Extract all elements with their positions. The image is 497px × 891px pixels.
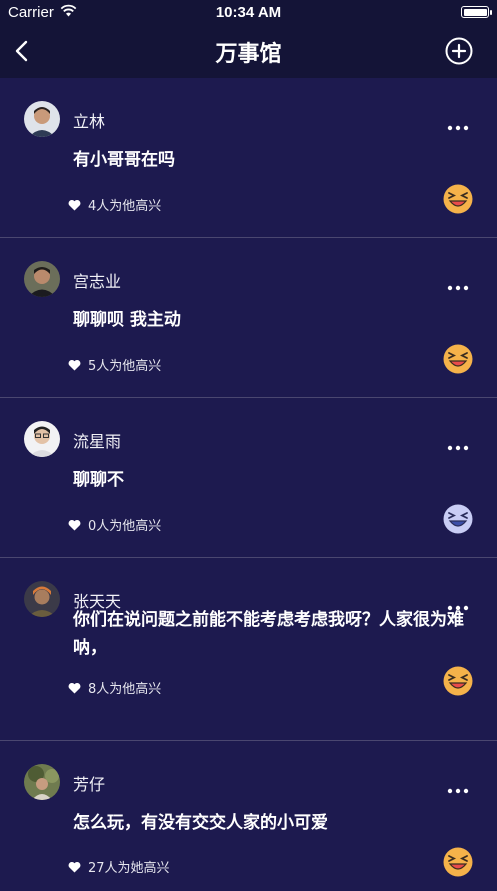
likes-text: 27人为她高兴 <box>88 861 170 876</box>
likes-text: 0人为他高兴 <box>88 519 162 534</box>
post-username[interactable]: 芳仔 <box>73 771 105 795</box>
post-content: 聊聊不 <box>73 470 124 490</box>
heart-icon <box>68 359 81 370</box>
post-username[interactable]: 流星雨 <box>73 428 121 452</box>
post-username[interactable]: 宫志业 <box>73 268 121 292</box>
laughing-emoji-button[interactable] <box>443 504 473 534</box>
post-username[interactable]: 立林 <box>73 108 105 132</box>
laughing-emoji-icon <box>443 847 473 877</box>
likes-count: 27人为她高兴 <box>68 857 170 876</box>
avatar[interactable] <box>24 261 60 297</box>
navigation-bar: 万事馆 <box>0 26 497 78</box>
ellipsis-icon <box>447 285 469 291</box>
more-options-button[interactable] <box>447 436 469 451</box>
laughing-emoji-button[interactable] <box>443 666 473 696</box>
avatar[interactable] <box>24 581 60 617</box>
heart-icon <box>68 519 81 530</box>
status-bar: Carrier 10:34 AM <box>0 0 497 26</box>
more-options-button[interactable] <box>447 116 469 131</box>
likes-count: 0人为他高兴 <box>68 515 161 534</box>
more-options-button[interactable] <box>447 276 469 291</box>
likes-text: 8人为他高兴 <box>88 682 162 697</box>
heart-icon <box>68 682 81 693</box>
likes-count: 8人为他高兴 <box>68 678 161 697</box>
post-item[interactable]: 张天天 你们在说问题之前能不能考虑考虑我呀？人家很为难呐， 8人为他高兴 <box>0 558 497 741</box>
ellipsis-icon <box>447 125 469 131</box>
post-item[interactable]: 立林 有小哥哥在吗 4人为他高兴 <box>0 78 497 238</box>
post-item[interactable]: 芳仔 怎么玩，有没有交交人家的小可爱 27人为她高兴 <box>0 741 497 891</box>
laughing-emoji-button[interactable] <box>443 344 473 374</box>
laughing-emoji-button[interactable] <box>443 184 473 214</box>
post-content: 聊聊呗 我主动 <box>73 310 181 330</box>
avatar[interactable] <box>24 421 60 457</box>
heart-icon <box>68 199 81 210</box>
post-feed: 立林 有小哥哥在吗 4人为他高兴 宫志业 聊聊呗 我主动 5人为他高兴 流星雨 … <box>0 78 497 891</box>
plus-circle-icon <box>445 37 473 65</box>
post-item[interactable]: 宫志业 聊聊呗 我主动 5人为他高兴 <box>0 238 497 398</box>
page-title: 万事馆 <box>215 42 282 67</box>
post-content: 有小哥哥在吗 <box>73 150 175 170</box>
post-content: 你们在说问题之前能不能考虑考虑我呀？人家很为难呐， <box>73 610 464 658</box>
more-options-button[interactable] <box>447 596 469 611</box>
avatar[interactable] <box>24 101 60 137</box>
ellipsis-icon <box>447 445 469 451</box>
laughing-emoji-icon <box>443 344 473 374</box>
laughing-emoji-button[interactable] <box>443 847 473 877</box>
avatar[interactable] <box>24 764 60 800</box>
add-post-button[interactable] <box>445 37 473 65</box>
likes-text: 4人为他高兴 <box>88 199 162 214</box>
laughing-emoji-icon <box>443 666 473 696</box>
post-item[interactable]: 流星雨 聊聊不 0人为他高兴 <box>0 398 497 558</box>
likes-count: 4人为他高兴 <box>68 195 161 214</box>
laughing-emoji-icon <box>443 504 473 534</box>
status-time: 10:34 AM <box>215 4 282 21</box>
more-options-button[interactable] <box>447 779 469 794</box>
laughing-emoji-icon <box>443 184 473 214</box>
battery-icon <box>461 6 492 18</box>
likes-count: 5人为他高兴 <box>68 355 161 374</box>
post-content: 怎么玩，有没有交交人家的小可爱 <box>73 813 328 833</box>
likes-text: 5人为他高兴 <box>88 359 162 374</box>
ellipsis-icon <box>447 788 469 794</box>
heart-icon <box>68 861 81 872</box>
